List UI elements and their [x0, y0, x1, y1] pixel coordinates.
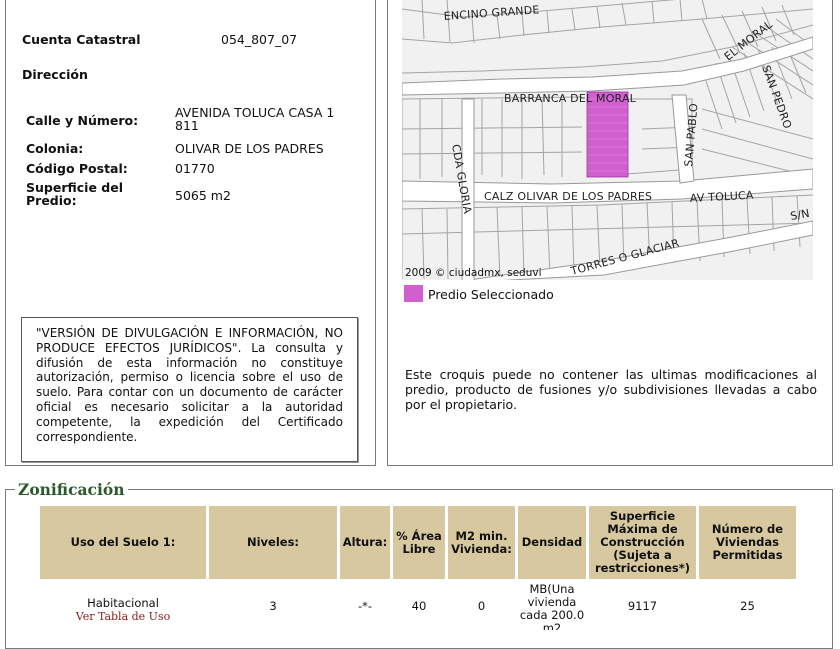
- codigo-postal-value: 01770: [175, 161, 215, 176]
- cell-densidad: MB(Una vivienda cada 200.0 m2: [519, 583, 585, 630]
- predio-info-panel: Cuenta Catastral 054_807_07 Dirección Ca…: [5, 0, 376, 466]
- croquis-note: Este croquis puede no contener las ultim…: [405, 367, 817, 412]
- codigo-postal-label: Código Postal:: [26, 161, 128, 176]
- cell-m2-min: 0: [477, 599, 486, 613]
- map-label-barranca-del-moral: BARRANCA DEL MORAL: [504, 92, 637, 105]
- header-m2-min: M2 min. Vivienda:: [448, 506, 515, 579]
- header-superficie-maxima: Superficie Máxima de Construcción (Sujet…: [589, 506, 696, 579]
- superficie-label: Superficie del Predio:: [26, 180, 123, 208]
- cell-uso-suelo: Habitacional Ver Tabla de Uso: [40, 590, 206, 630]
- map-label-calz-olivar: CALZ OLIVAR DE LOS PADRES: [484, 190, 652, 203]
- ver-tabla-uso-link[interactable]: Ver Tabla de Uso: [76, 610, 170, 623]
- legend-label: Predio Seleccionado: [428, 287, 554, 302]
- cell-niveles: 3: [269, 599, 277, 613]
- map-copyright: 2009 © ciudadmx, seduvi: [405, 267, 542, 279]
- calle-value: AVENIDA TOLUCA CASA 1 811: [175, 105, 335, 133]
- header-densidad: Densidad: [518, 506, 586, 579]
- cuenta-catastral-value: 054_807_07: [221, 32, 298, 47]
- croquis-panel: ENCINO GRANDE EL MORAL SAN PEDRO BARRANC…: [387, 0, 833, 466]
- colonia-value: OLIVAR DE LOS PADRES: [175, 141, 324, 156]
- disclaimer-text: "VERSIÓN DE DIVULGACIÓN E INFORMACIÓN, N…: [36, 326, 343, 444]
- header-uso-suelo: Uso del Suelo 1:: [40, 506, 206, 579]
- header-niveles: Niveles:: [209, 506, 337, 579]
- superficie-value: 5065 m2: [175, 188, 231, 203]
- cuenta-catastral-label: Cuenta Catastral: [22, 32, 141, 47]
- croquis-map[interactable]: ENCINO GRANDE EL MORAL SAN PEDRO BARRANC…: [402, 0, 813, 280]
- cell-superficie-maxima: 9117: [627, 599, 658, 613]
- map-svg: ENCINO GRANDE EL MORAL SAN PEDRO BARRANC…: [402, 0, 813, 280]
- header-area-libre: % Área Libre: [393, 506, 445, 579]
- direccion-label: Dirección: [22, 67, 88, 82]
- zonificacion-title: Zonificación: [15, 480, 128, 499]
- colonia-label: Colonia:: [26, 141, 84, 156]
- header-numero-viviendas: Número de Viviendas Permitidas: [699, 506, 796, 579]
- cell-numero-viviendas: 25: [740, 599, 755, 613]
- calle-label: Calle y Número:: [26, 113, 139, 128]
- cell-area-libre: 40: [411, 599, 427, 613]
- header-altura: Altura:: [340, 506, 390, 579]
- legend-swatch: [404, 285, 423, 302]
- cell-altura: -*-: [357, 599, 373, 613]
- cell-uso-value: Habitacional: [87, 596, 159, 610]
- disclaimer-box: "VERSIÓN DE DIVULGACIÓN E INFORMACIÓN, N…: [21, 317, 358, 462]
